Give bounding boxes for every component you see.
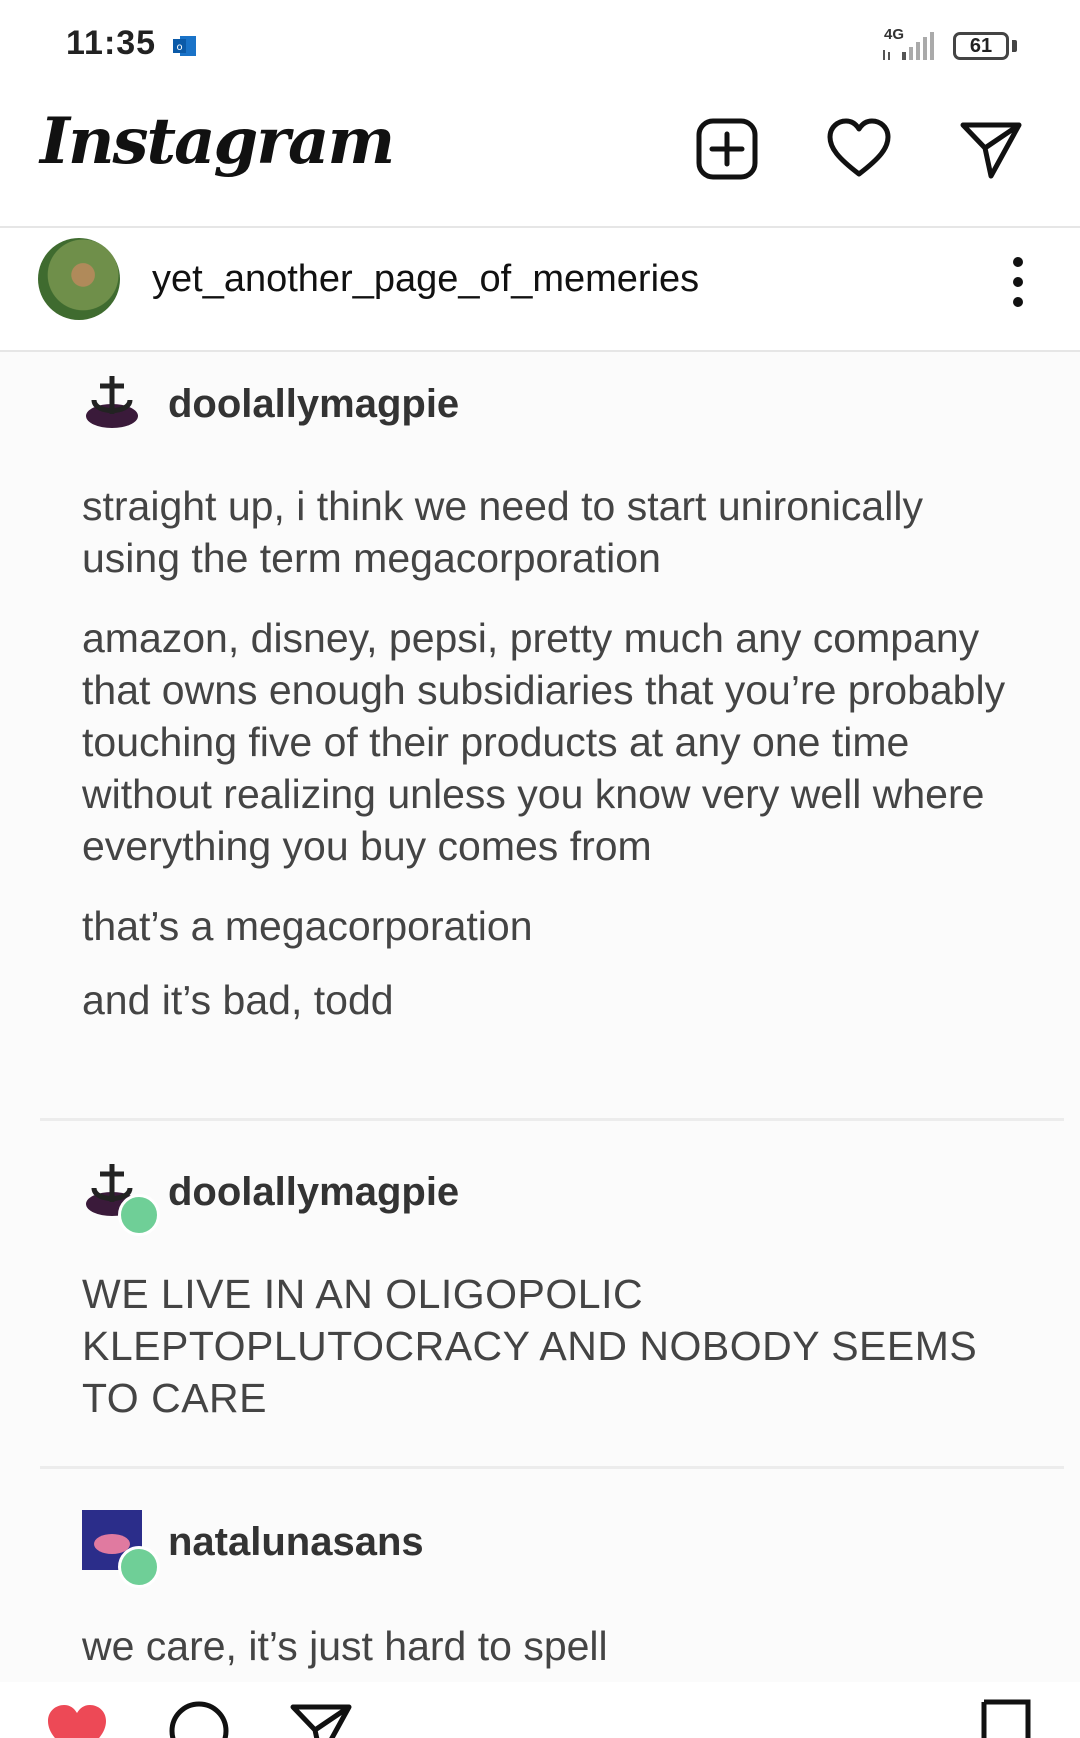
more-options-icon[interactable] xyxy=(1006,252,1030,312)
tumblr-username: doolallymagpie xyxy=(168,382,460,426)
app-header: Instagram xyxy=(0,90,1080,228)
tumblr-paragraph: amazon, disney, pepsi, pretty much any c… xyxy=(82,615,1006,869)
share-icon[interactable] xyxy=(288,1698,354,1738)
save-icon[interactable] xyxy=(978,1698,1034,1738)
tumblr-paragraph: straight up, i think we need to start un… xyxy=(82,483,923,581)
comment-icon[interactable] xyxy=(166,1698,232,1738)
direct-message-icon[interactable] xyxy=(958,116,1024,182)
heart-icon[interactable] xyxy=(826,116,892,182)
post-username[interactable]: yet_another_page_of_memeries xyxy=(152,258,699,301)
tumblr-divider xyxy=(40,1118,1064,1121)
tumblr-paragraph: we care, it’s just hard to spell xyxy=(82,1623,608,1669)
tumblr-username: doolallymagpie xyxy=(168,1170,460,1214)
signal-icon xyxy=(883,32,934,60)
tumblr-paragraph: that’s a megacorporation xyxy=(82,903,533,949)
like-icon[interactable] xyxy=(44,1698,110,1738)
tumblr-username: natalunasans xyxy=(168,1520,424,1564)
outlook-icon: o xyxy=(173,36,196,56)
battery-level: 61 xyxy=(969,35,993,57)
post-action-bar xyxy=(0,1690,1080,1738)
tumblr-divider xyxy=(40,1466,1064,1469)
reblog-icon xyxy=(118,1546,160,1588)
tumblr-paragraph: and it’s bad, todd xyxy=(82,977,394,1023)
status-bar: 11:35 o 4G 61 xyxy=(0,0,1080,90)
instagram-logo[interactable]: Instagram xyxy=(40,104,395,179)
post-avatar[interactable] xyxy=(38,238,120,320)
svg-text:o: o xyxy=(176,42,182,53)
add-post-icon[interactable] xyxy=(694,116,760,182)
tumblr-paragraph: WE LIVE IN AN OLIGOPOLIC KLEPTOPLUTOCRAC… xyxy=(82,1271,978,1421)
post-header: yet_another_page_of_memeries xyxy=(0,228,1080,352)
battery-tip xyxy=(1012,40,1017,52)
post-image: doolallymagpie straight up, i think we n… xyxy=(0,352,1080,1682)
reblog-icon xyxy=(118,1194,160,1236)
status-time: 11:35 xyxy=(66,24,157,62)
battery-indicator: 61 xyxy=(953,32,1009,60)
anchor-avatar-icon xyxy=(86,376,138,428)
